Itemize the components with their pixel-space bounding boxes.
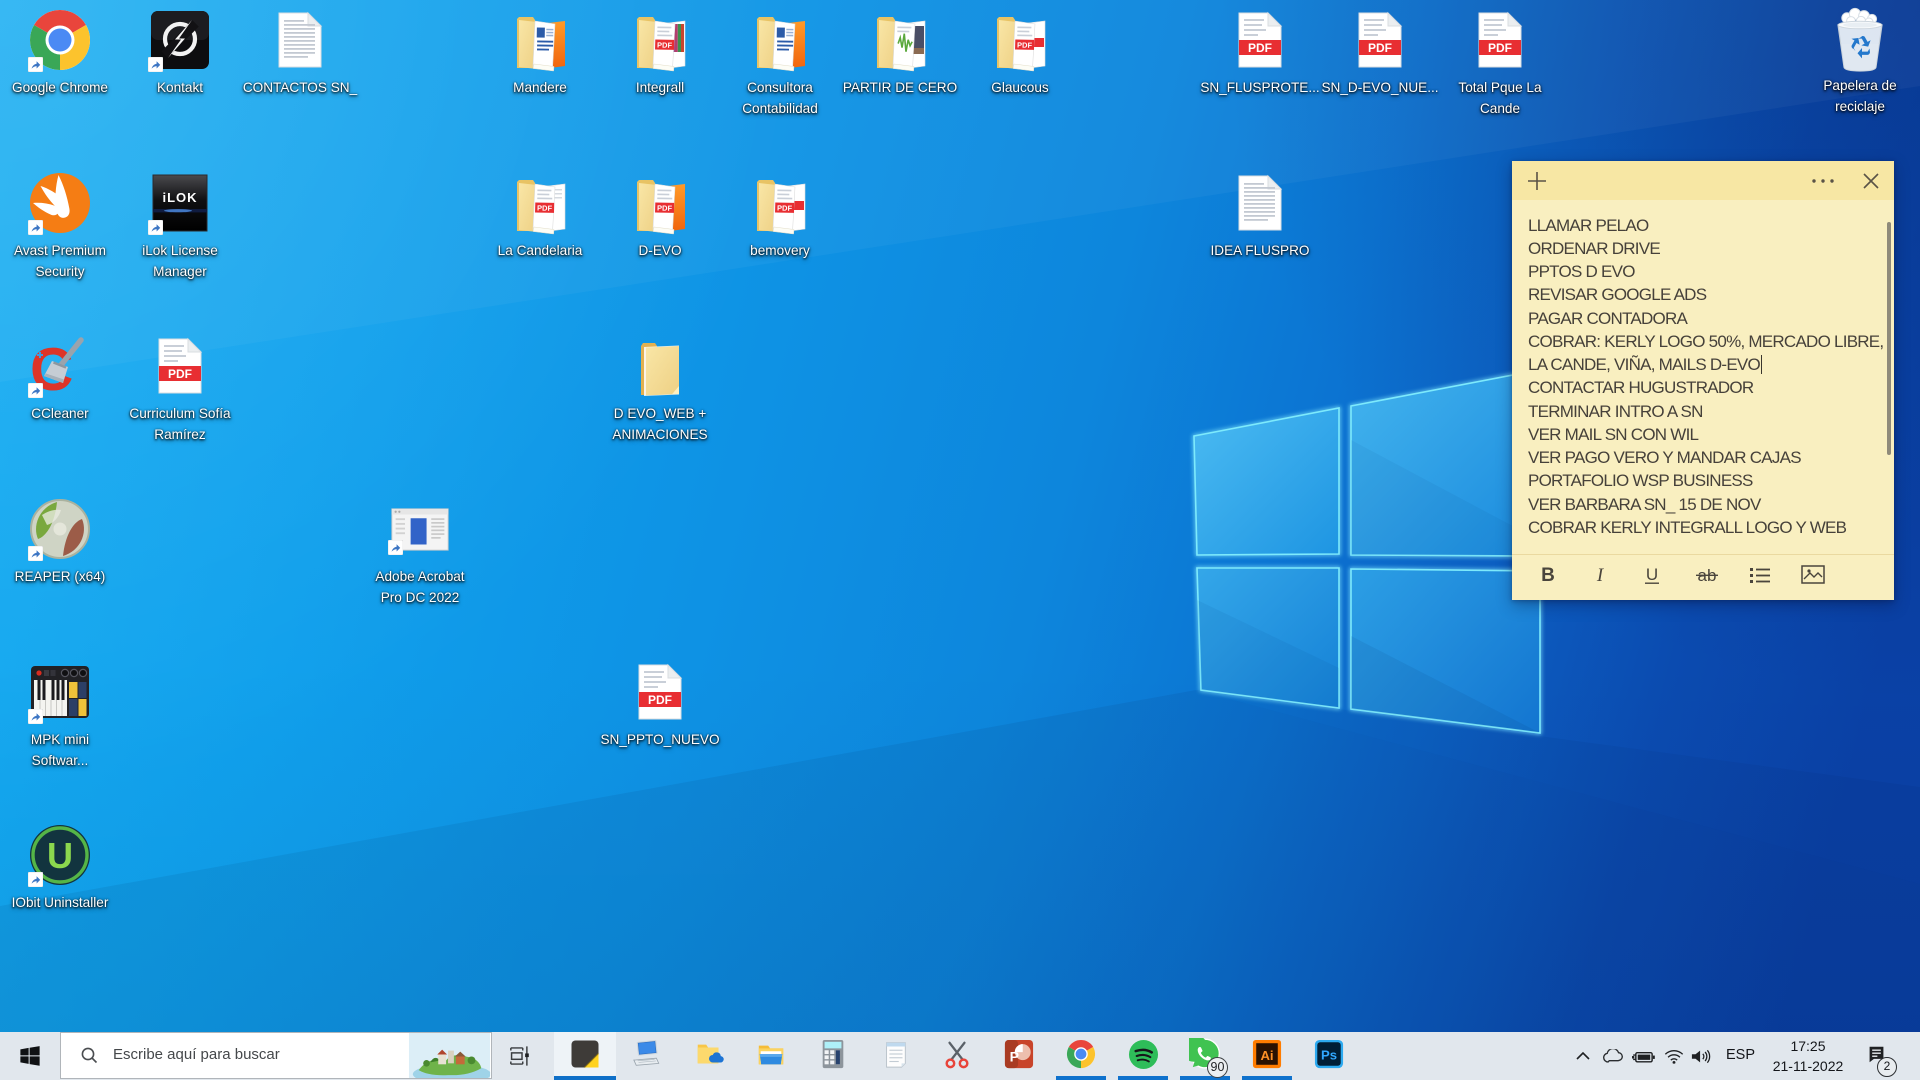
svg-text:I: I xyxy=(1596,565,1605,586)
svg-text:B: B xyxy=(1541,565,1555,586)
svg-text:U: U xyxy=(1646,565,1658,584)
